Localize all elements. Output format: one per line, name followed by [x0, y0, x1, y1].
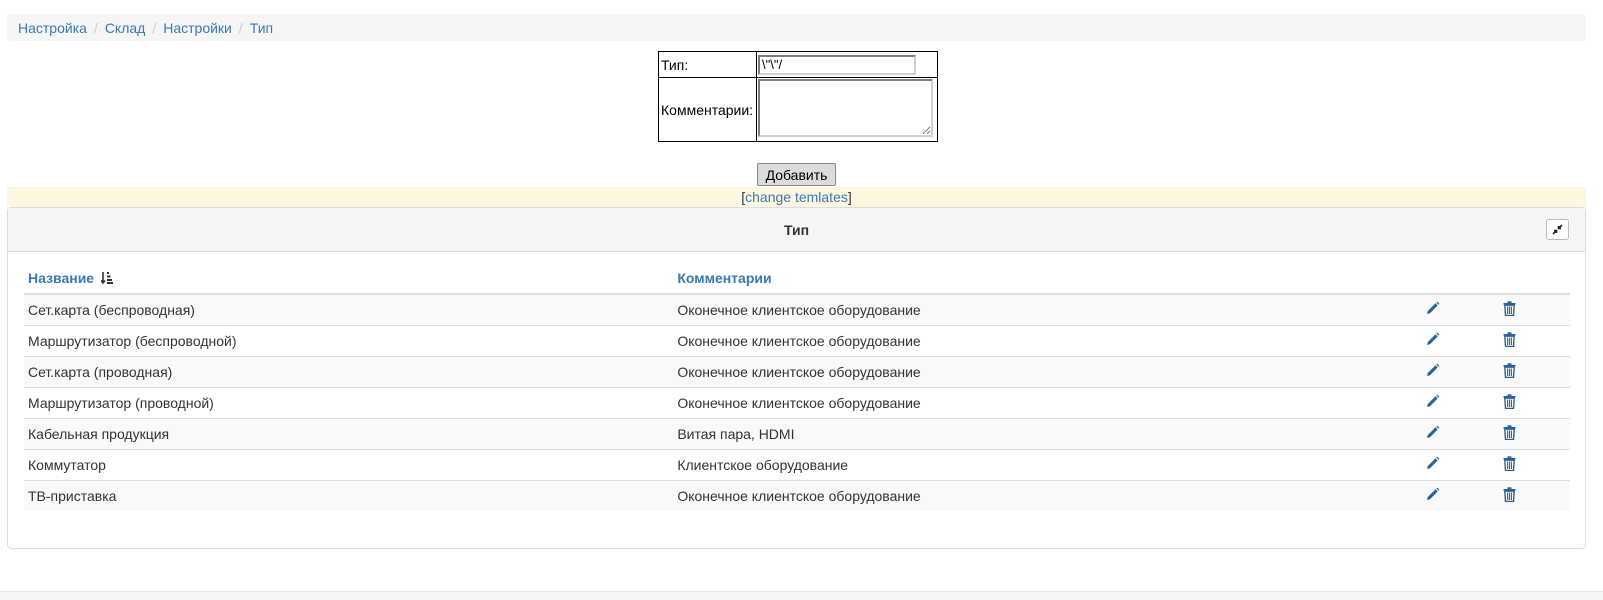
delete-button[interactable] [1503, 332, 1516, 350]
breadcrumb: Настройка / Склад / Настройки / Тип [7, 14, 1586, 41]
pencil-icon [1425, 363, 1440, 381]
row-comment: Оконечное клиентское оборудование [673, 293, 1422, 326]
table-row: Кабельная продукция Витая пара, HDMI [24, 418, 1570, 450]
type-panel: Тип Название Комментарии Сет.карта (бесп… [7, 207, 1586, 549]
trash-icon [1503, 394, 1516, 412]
row-name: Коммутатор [24, 449, 674, 481]
comment-label: Комментарии: [658, 77, 757, 142]
column-header-edit [1421, 263, 1499, 295]
edit-button[interactable] [1425, 425, 1440, 443]
table-row: Сет.карта (беспроводная) Оконечное клиент… [24, 293, 1570, 326]
pencil-icon [1425, 487, 1440, 505]
pencil-icon [1425, 456, 1440, 474]
table-row: Маршрутизатор (проводной) Оконечное клиен… [24, 387, 1570, 419]
trash-icon [1503, 456, 1516, 474]
row-comment: Витая пара, HDMI [673, 418, 1422, 450]
trash-icon [1503, 332, 1516, 350]
breadcrumb-item-warehouse[interactable]: Склад [105, 20, 146, 36]
type-field-cell [756, 51, 938, 78]
templates-close-bracket: ] [847, 189, 852, 205]
column-header-name[interactable]: Название [24, 263, 674, 295]
delete-button[interactable] [1503, 363, 1516, 381]
row-name: Маршрутизатор (проводной) [24, 387, 674, 419]
delete-button[interactable] [1503, 394, 1516, 412]
pencil-icon [1425, 301, 1440, 319]
pencil-icon [1425, 332, 1440, 350]
panel-heading: Тип [8, 208, 1585, 252]
delete-button[interactable] [1503, 487, 1516, 505]
breadcrumb-item-settings-sub[interactable]: Настройки [163, 20, 232, 36]
trash-icon [1503, 301, 1516, 319]
row-comment: Оконечное клиентское оборудование [673, 480, 1422, 511]
add-type-form: Тип: Комментарии: [658, 51, 938, 142]
column-header-name-label: Название [28, 270, 95, 286]
breadcrumb-separator: / [93, 19, 98, 36]
pencil-icon [1425, 425, 1440, 443]
add-button[interactable]: Добавить [757, 163, 836, 186]
change-templates-link[interactable]: change temlates [745, 189, 848, 205]
row-name: Сет.карта (проводная) [24, 356, 674, 388]
row-name: Сет.карта (беспроводная) [24, 293, 674, 326]
delete-button[interactable] [1503, 456, 1516, 474]
row-name: Кабельная продукция [24, 418, 674, 450]
templates-bar: [change temlates] [7, 187, 1586, 207]
edit-button[interactable] [1425, 301, 1440, 319]
types-table: Название Комментарии Сет.карта (беспрово… [24, 263, 1570, 511]
delete-button[interactable] [1503, 425, 1516, 443]
comment-field-cell [756, 77, 938, 142]
row-comment: Оконечное клиентское оборудование [673, 387, 1422, 419]
table-row: Сет.карта (проводная) Оконечное клиентско… [24, 356, 1570, 388]
edit-button[interactable] [1425, 394, 1440, 412]
table-row: Коммутатор Клиентское оборудование [24, 449, 1570, 481]
column-header-comment[interactable]: Комментарии [673, 263, 1422, 295]
panel-title: Тип [783, 221, 810, 238]
trash-icon [1503, 425, 1516, 443]
edit-button[interactable] [1425, 487, 1440, 505]
column-header-delete [1498, 263, 1570, 295]
sort-amount-icon [100, 272, 113, 285]
row-name: Маршрутизатор (беспроводной) [24, 325, 674, 357]
delete-button[interactable] [1503, 301, 1516, 319]
breadcrumb-item-type[interactable]: Тип [250, 20, 273, 36]
table-row: Маршрутизатор (беспроводной) Оконечное кл… [24, 325, 1570, 357]
comment-textarea[interactable] [758, 79, 933, 137]
compress-icon [1552, 224, 1563, 235]
table-row: ТВ-приставка Оконечное клиентское оборудо… [24, 480, 1570, 511]
row-comment: Клиентское оборудование [673, 449, 1422, 481]
edit-button[interactable] [1425, 456, 1440, 474]
row-name: ТВ-приставка [24, 480, 674, 511]
breadcrumb-separator: / [152, 19, 157, 36]
breadcrumb-separator: / [238, 19, 243, 36]
collapse-button[interactable] [1546, 219, 1569, 240]
trash-icon [1503, 363, 1516, 381]
row-comment: Оконечное клиентское оборудование [673, 325, 1422, 357]
trash-icon [1503, 487, 1516, 505]
edit-button[interactable] [1425, 363, 1440, 381]
edit-button[interactable] [1425, 332, 1440, 350]
breadcrumb-item-settings[interactable]: Настройка [18, 20, 87, 36]
row-comment: Оконечное клиентское оборудование [673, 356, 1422, 388]
pencil-icon [1425, 394, 1440, 412]
type-label: Тип: [658, 51, 757, 78]
type-input[interactable] [758, 54, 916, 75]
table-header-row: Название Комментарии [24, 263, 1570, 295]
